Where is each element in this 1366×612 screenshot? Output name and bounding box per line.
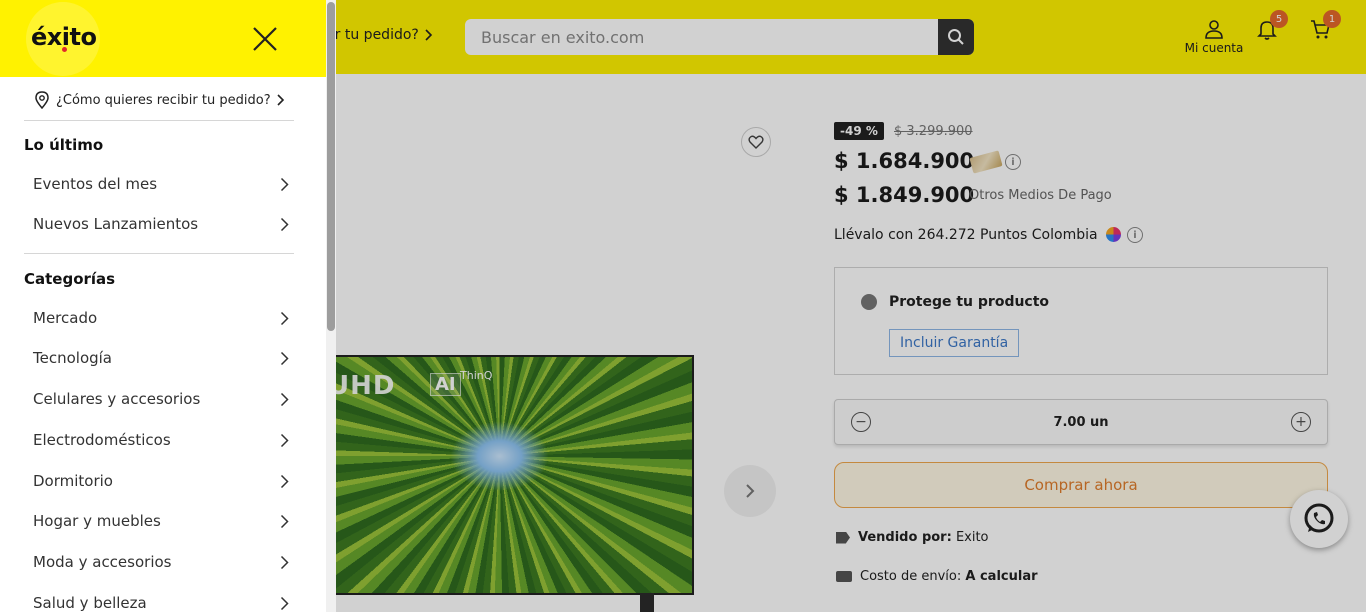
navigation-drawer: éxito ¿Cómo quieres recibir tu pedido? L… — [0, 0, 336, 612]
location-pin-icon — [35, 91, 49, 109]
menu-item-label: Salud y belleza — [33, 594, 147, 612]
chevron-right-icon — [277, 94, 284, 106]
close-drawer-button[interactable] — [248, 22, 282, 56]
menu-item-dormitorio[interactable]: Dormitorio — [33, 466, 289, 496]
menu-item-electrodomesticos[interactable]: Electrodomésticos — [33, 425, 289, 455]
chevron-right-icon — [280, 474, 289, 488]
menu-item-label: Hogar y muebles — [33, 512, 161, 530]
close-icon — [253, 27, 277, 51]
menu-item-celulares-y-accesorios[interactable]: Celulares y accesorios — [33, 384, 289, 414]
section-title-lo-ultimo: Lo último — [24, 136, 104, 154]
drawer-header: éxito — [0, 0, 326, 77]
menu-item-hogar-y-muebles[interactable]: Hogar y muebles — [33, 506, 289, 536]
drawer-delivery-text: ¿Cómo quieres recibir tu pedido? — [56, 92, 271, 108]
menu-item-moda-y-accesorios[interactable]: Moda y accesorios — [33, 547, 289, 577]
menu-item-eventos-del-mes[interactable]: Eventos del mes — [33, 169, 289, 199]
drawer-scrollbar-thumb[interactable] — [327, 2, 335, 331]
menu-item-label: Mercado — [33, 309, 98, 327]
menu-item-mercado[interactable]: Mercado — [33, 303, 289, 333]
menu-item-nuevos-lanzamientos[interactable]: Nuevos Lanzamientos — [33, 209, 289, 239]
chevron-right-icon — [280, 217, 289, 231]
chevron-right-icon — [280, 177, 289, 191]
chevron-right-icon — [280, 351, 289, 365]
chevron-right-icon — [280, 514, 289, 528]
chevron-right-icon — [280, 311, 289, 325]
menu-item-salud-y-belleza[interactable]: Salud y belleza — [33, 588, 289, 612]
menu-item-label: Dormitorio — [33, 472, 113, 490]
menu-item-label: Tecnología — [33, 349, 112, 367]
drawer-delivery-link[interactable]: ¿Cómo quieres recibir tu pedido? — [34, 89, 304, 111]
chevron-right-icon — [280, 392, 289, 406]
divider — [24, 120, 294, 121]
divider — [24, 253, 294, 254]
logo-dot — [62, 47, 67, 52]
section-title-categorias: Categorías — [24, 270, 116, 288]
chevron-right-icon — [280, 433, 289, 447]
menu-item-label: Nuevos Lanzamientos — [33, 215, 199, 233]
menu-item-label: Moda y accesorios — [33, 553, 172, 571]
chevron-right-icon — [280, 596, 289, 610]
menu-item-tecnologia[interactable]: Tecnología — [33, 343, 289, 373]
menu-item-label: Celulares y accesorios — [33, 390, 201, 408]
menu-item-label: Eventos del mes — [33, 175, 158, 193]
menu-item-label: Electrodomésticos — [33, 431, 171, 449]
chevron-right-icon — [280, 555, 289, 569]
